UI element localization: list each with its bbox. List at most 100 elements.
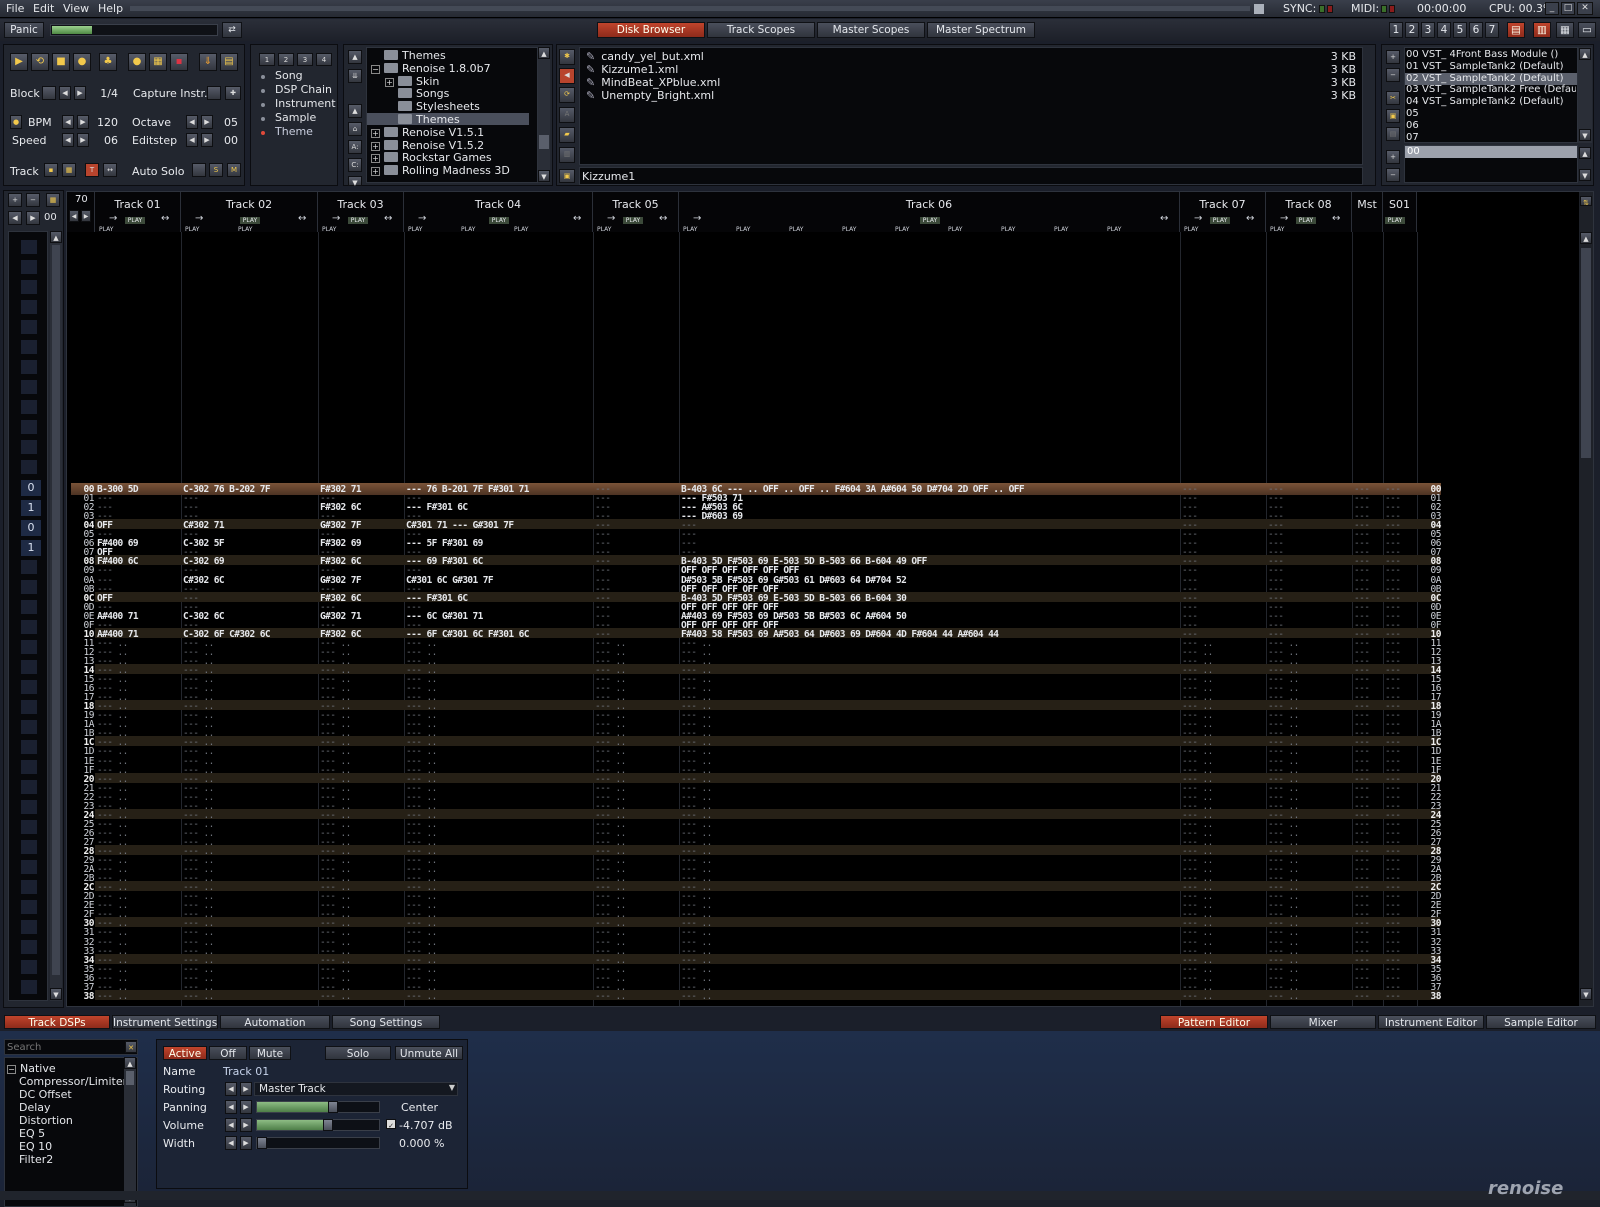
volume-checkbox[interactable]: ✓: [386, 1119, 396, 1130]
sequence-slot-empty[interactable]: [21, 800, 37, 814]
track-header[interactable]: Track 01 → PLAY ↔ PLAY: [95, 192, 181, 233]
tree-item[interactable]: Songs: [385, 87, 449, 100]
expand-icon[interactable]: +: [371, 141, 380, 151]
instrument-number[interactable]: 06: [1406, 120, 1419, 131]
file-item[interactable]: ✎ Unempty_Bright.xml: [586, 89, 714, 102]
active-button[interactable]: Active: [163, 1046, 207, 1060]
seq-scroll-up-icon[interactable]: ▲: [50, 231, 62, 243]
drive-a-button[interactable]: A:: [348, 140, 362, 154]
delete-icon[interactable]: ▥: [559, 147, 575, 163]
width-dec-icon[interactable]: ◀: [225, 1136, 237, 1150]
pattern-next-icon[interactable]: ▶: [81, 210, 91, 222]
sample-slot-number[interactable]: 00: [1407, 146, 1420, 157]
track-record-icon[interactable]: T: [85, 163, 99, 177]
track-expand-icon[interactable]: ↔: [1246, 213, 1254, 224]
tab-sample-editor[interactable]: Sample Editor: [1486, 1015, 1596, 1029]
layout-button-2[interactable]: 2: [1405, 22, 1419, 38]
dsp-item[interactable]: DC Offset: [19, 1088, 72, 1101]
tree-item[interactable]: + Rockstar Games: [371, 151, 492, 164]
sequence-slot-empty[interactable]: [21, 840, 37, 854]
tree-item[interactable]: + Skin: [385, 75, 439, 88]
pattern-editor[interactable]: 70 ◀ ▶ Track 01 → PLAY ↔ PLAY Track 02 → PLAY ↔ P…: [66, 191, 1594, 1007]
bpm-value[interactable]: 120: [90, 116, 118, 129]
instrument-name[interactable]: VST_ SampleTank2 Free (Defau...: [1422, 84, 1576, 95]
send-cell[interactable]: ---: [1385, 991, 1401, 1002]
instrument-number[interactable]: 05: [1406, 108, 1419, 119]
width-inc-icon[interactable]: ▶: [240, 1136, 252, 1150]
track-collapse-icon[interactable]: →: [332, 213, 340, 224]
instrument-number[interactable]: 02: [1406, 73, 1419, 84]
autosolo-toggle[interactable]: [192, 163, 206, 177]
sample-selected-row[interactable]: [1405, 146, 1577, 158]
dsp-scroll-up-icon[interactable]: ▲: [124, 1057, 136, 1069]
sample-remove-icon[interactable]: −: [1386, 168, 1400, 182]
menu-view[interactable]: View: [63, 2, 89, 15]
collapse-icon[interactable]: −: [371, 64, 380, 74]
capture-icon[interactable]: ✚: [225, 86, 241, 100]
track-name[interactable]: Track 07: [1180, 198, 1265, 211]
pattern-vscrollbar[interactable]: ⇅ ▲ ▼: [1579, 192, 1593, 1006]
tab-instrument-editor[interactable]: Instrument Editor: [1378, 1015, 1484, 1029]
tree-item[interactable]: Stylesheets: [385, 100, 480, 113]
track-header[interactable]: Track 02 → PLAY ↔ PLAY PLAY: [181, 192, 318, 233]
sequence-slot-empty[interactable]: [21, 440, 37, 454]
pattern-cell[interactable]: --- ..: [183, 991, 316, 1002]
panic-button[interactable]: Panic: [4, 22, 44, 38]
nav-item-sample[interactable]: Sample: [275, 111, 316, 124]
pattern-grid[interactable]: 00 00 01 01 02 02 03 03 04 04 05 05 06 06 07 07 08 08 09 09…: [67, 232, 1577, 1006]
sequence-slot-empty[interactable]: [21, 240, 37, 254]
tab-track-dsps[interactable]: Track DSPs: [4, 1015, 110, 1029]
panning-slider[interactable]: [256, 1101, 380, 1113]
layout-button-5[interactable]: 5: [1453, 22, 1467, 38]
track-name[interactable]: Track 06: [679, 198, 1179, 211]
layout-button-7[interactable]: 7: [1485, 22, 1499, 38]
instrument-name[interactable]: VST_ 4Front Bass Module (): [1422, 49, 1576, 60]
solo-button[interactable]: Solo: [325, 1046, 391, 1060]
instrument-number[interactable]: 03: [1406, 84, 1419, 95]
clear-search-icon[interactable]: ✕: [125, 1041, 137, 1053]
track-expand-icon[interactable]: ↔: [573, 213, 581, 224]
save-file-icon[interactable]: ▣: [559, 169, 575, 183]
minimize-icon[interactable]: _: [1545, 2, 1559, 15]
octave-down-icon[interactable]: ◀: [186, 115, 198, 129]
track-name[interactable]: Track 04: [404, 198, 592, 211]
volume-inc-icon[interactable]: ▶: [240, 1118, 252, 1132]
instrument-paste-icon[interactable]: ▤: [1386, 127, 1400, 141]
seq-value[interactable]: 00: [44, 212, 57, 223]
tree-item[interactable]: + Renoise V1.5.1: [371, 126, 484, 139]
expand-icon[interactable]: +: [385, 77, 394, 87]
track-header[interactable]: Track 03 → PLAY ↔ PLAY: [318, 192, 404, 233]
track-collapse-icon[interactable]: →: [1280, 213, 1288, 224]
track-name[interactable]: Track 03: [318, 198, 403, 211]
instrument-number[interactable]: 01: [1406, 61, 1419, 72]
track-header[interactable]: S01 PLAY: [1383, 192, 1417, 232]
pattern-cell[interactable]: --- ..: [595, 991, 677, 1002]
step-button-3[interactable]: 3: [297, 53, 313, 66]
home-icon[interactable]: ⌂: [348, 122, 362, 136]
sample-add-icon[interactable]: +: [1386, 150, 1400, 164]
track-expand-icon[interactable]: ↔: [298, 213, 306, 224]
instrument-number[interactable]: 07: [1406, 132, 1419, 143]
master-volume-meter[interactable]: [50, 24, 218, 36]
tree-scroll-up-icon[interactable]: ▲: [538, 47, 550, 59]
track-name[interactable]: Mst: [1352, 198, 1382, 211]
pattern-expand-icon[interactable]: ⇅: [1580, 196, 1592, 207]
tree-item[interactable]: Themes: [385, 113, 460, 126]
tree-scroll-thumb[interactable]: [539, 135, 549, 149]
tree-scrollbar[interactable]: ▲ ▼: [538, 47, 550, 183]
layout-button-4[interactable]: 4: [1437, 22, 1451, 38]
pattern-cell[interactable]: --- ..: [1268, 991, 1350, 1002]
step-button-2[interactable]: 2: [278, 53, 294, 66]
pattern-scroll-thumb[interactable]: [1581, 248, 1591, 458]
sequence-slot-empty[interactable]: [21, 420, 37, 434]
off-button[interactable]: Off: [209, 1046, 247, 1060]
file-item[interactable]: ✎ MindBeat_XPblue.xml: [586, 76, 720, 89]
bpm-down-icon[interactable]: ◀: [62, 115, 74, 129]
track-name[interactable]: Track 05: [593, 198, 678, 211]
mute-button[interactable]: Mute: [249, 1046, 291, 1060]
track-name[interactable]: S01: [1383, 198, 1416, 211]
track-header[interactable]: Track 07 → PLAY ↔ PLAY: [1180, 192, 1266, 233]
sequence-slot-empty[interactable]: [21, 320, 37, 334]
sequence-slot-empty[interactable]: [21, 680, 37, 694]
sequence-slot-empty[interactable]: [21, 560, 37, 574]
